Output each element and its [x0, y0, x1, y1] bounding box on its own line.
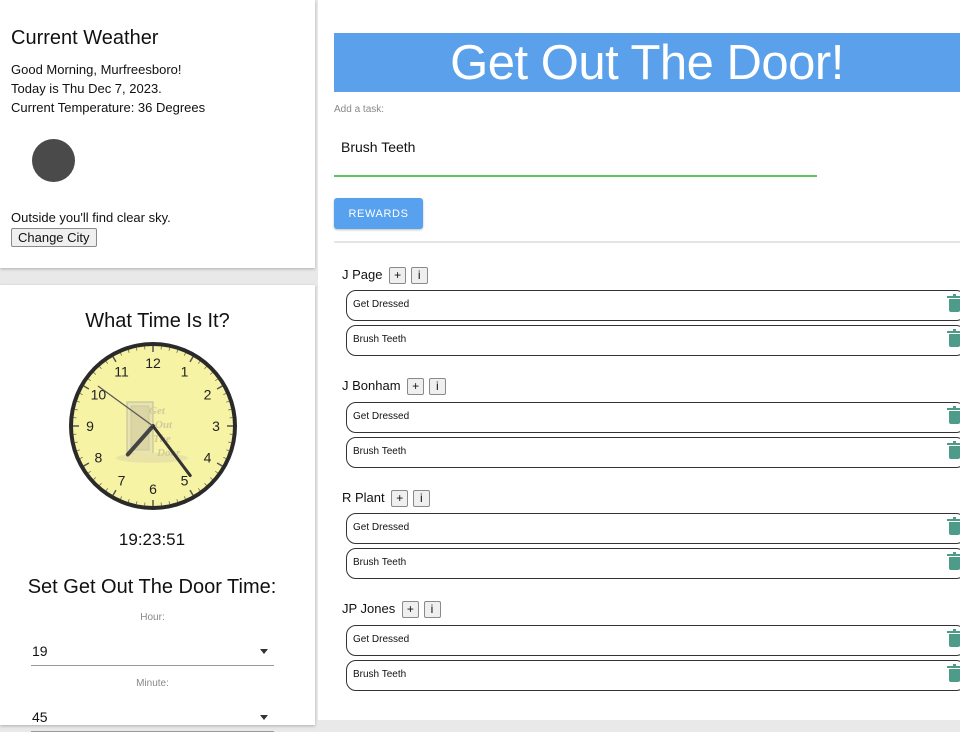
- info-button[interactable]: i: [413, 490, 430, 507]
- task-name: Brush Teeth: [353, 334, 406, 345]
- task-row: Brush Teeth: [346, 437, 960, 468]
- trash-icon[interactable]: [949, 634, 960, 647]
- info-button[interactable]: i: [411, 267, 428, 284]
- weather-temperature: Current Temperature: 36 Degrees: [11, 100, 205, 115]
- chevron-down-icon: [260, 715, 268, 720]
- task-row: Get Dressed: [346, 402, 960, 433]
- trash-icon[interactable]: [949, 334, 960, 347]
- person-name: R Plant: [342, 488, 385, 508]
- trash-icon[interactable]: [949, 411, 960, 424]
- minute-select-value: 45: [32, 709, 48, 725]
- info-button[interactable]: i: [429, 378, 446, 395]
- person-header: JP Jones + i: [342, 599, 441, 619]
- add-task-button[interactable]: +: [391, 490, 408, 507]
- rewards-button[interactable]: REWARDS: [334, 198, 423, 229]
- trash-icon[interactable]: [949, 557, 960, 570]
- trash-icon[interactable]: [949, 669, 960, 682]
- clock-title: What Time Is It?: [0, 310, 315, 333]
- task-name: Brush Teeth: [353, 669, 406, 680]
- trash-icon[interactable]: [949, 446, 960, 459]
- minute-select[interactable]: 45: [31, 705, 274, 732]
- task-name: Get Dressed: [353, 299, 409, 310]
- clock-number: 1: [181, 363, 189, 379]
- clock-number: 4: [204, 450, 212, 466]
- task-name: Brush Teeth: [353, 446, 406, 457]
- task-input[interactable]: [334, 133, 817, 177]
- person-header: R Plant + i: [342, 488, 430, 508]
- clock-number: 12: [145, 355, 161, 371]
- person-header: J Page + i: [342, 265, 428, 285]
- hour-select-value: 19: [32, 643, 48, 659]
- trash-icon[interactable]: [949, 299, 960, 312]
- clock-number: 5: [181, 473, 189, 489]
- weather-greeting: Good Morning, Murfreesboro!: [11, 62, 182, 77]
- task-name: Get Dressed: [353, 411, 409, 422]
- weather-condition-icon: [32, 139, 75, 182]
- task-row: Get Dressed: [346, 290, 960, 321]
- task-name: Get Dressed: [353, 634, 409, 645]
- task-row: Brush Teeth: [346, 660, 960, 691]
- person-name: JP Jones: [342, 599, 395, 619]
- task-row: Brush Teeth: [346, 548, 960, 579]
- weather-date: Today is Thu Dec 7, 2023.: [11, 81, 162, 96]
- digital-time: 19:23:51: [0, 530, 304, 550]
- info-button[interactable]: i: [424, 601, 441, 618]
- task-name: Brush Teeth: [353, 557, 406, 568]
- minute-label: Minute:: [31, 678, 274, 689]
- clock-number: 7: [118, 473, 126, 489]
- add-task-button[interactable]: +: [402, 601, 419, 618]
- divider: [334, 241, 960, 243]
- page-title-banner: Get Out The Door!: [334, 33, 960, 92]
- clock-number: 10: [91, 387, 107, 403]
- clock-number: 9: [86, 418, 94, 434]
- clock-number: 3: [212, 418, 220, 434]
- change-city-button[interactable]: Change City: [11, 228, 97, 247]
- task-row: Brush Teeth: [346, 325, 960, 356]
- hour-label: Hour:: [31, 612, 274, 623]
- add-task-button[interactable]: +: [389, 267, 406, 284]
- clock-number: 6: [149, 481, 157, 497]
- person-header: J Bonham + i: [342, 376, 446, 396]
- add-task-button[interactable]: +: [407, 378, 424, 395]
- trash-icon[interactable]: [949, 522, 960, 535]
- task-input-label: Add a task:: [334, 104, 384, 115]
- task-name: Get Dressed: [353, 522, 409, 533]
- set-door-time-title: Set Get Out The Door Time:: [0, 576, 304, 599]
- task-row: Get Dressed: [346, 513, 960, 544]
- weather-title: Current Weather: [11, 27, 158, 50]
- task-row: Get Dressed: [346, 625, 960, 656]
- clock-number: 8: [95, 450, 103, 466]
- clock-number: 2: [204, 387, 212, 403]
- chevron-down-icon: [260, 649, 268, 654]
- person-name: J Page: [342, 265, 382, 285]
- hour-select[interactable]: 19: [31, 639, 274, 666]
- weather-condition: Outside you'll find clear sky.: [11, 210, 171, 225]
- svg-text:Out: Out: [155, 419, 173, 431]
- svg-text:Get: Get: [149, 405, 166, 417]
- analog-clock: Get Out The Door 121234567891011: [67, 340, 239, 512]
- person-name: J Bonham: [342, 376, 401, 396]
- clock-number: 11: [114, 363, 129, 379]
